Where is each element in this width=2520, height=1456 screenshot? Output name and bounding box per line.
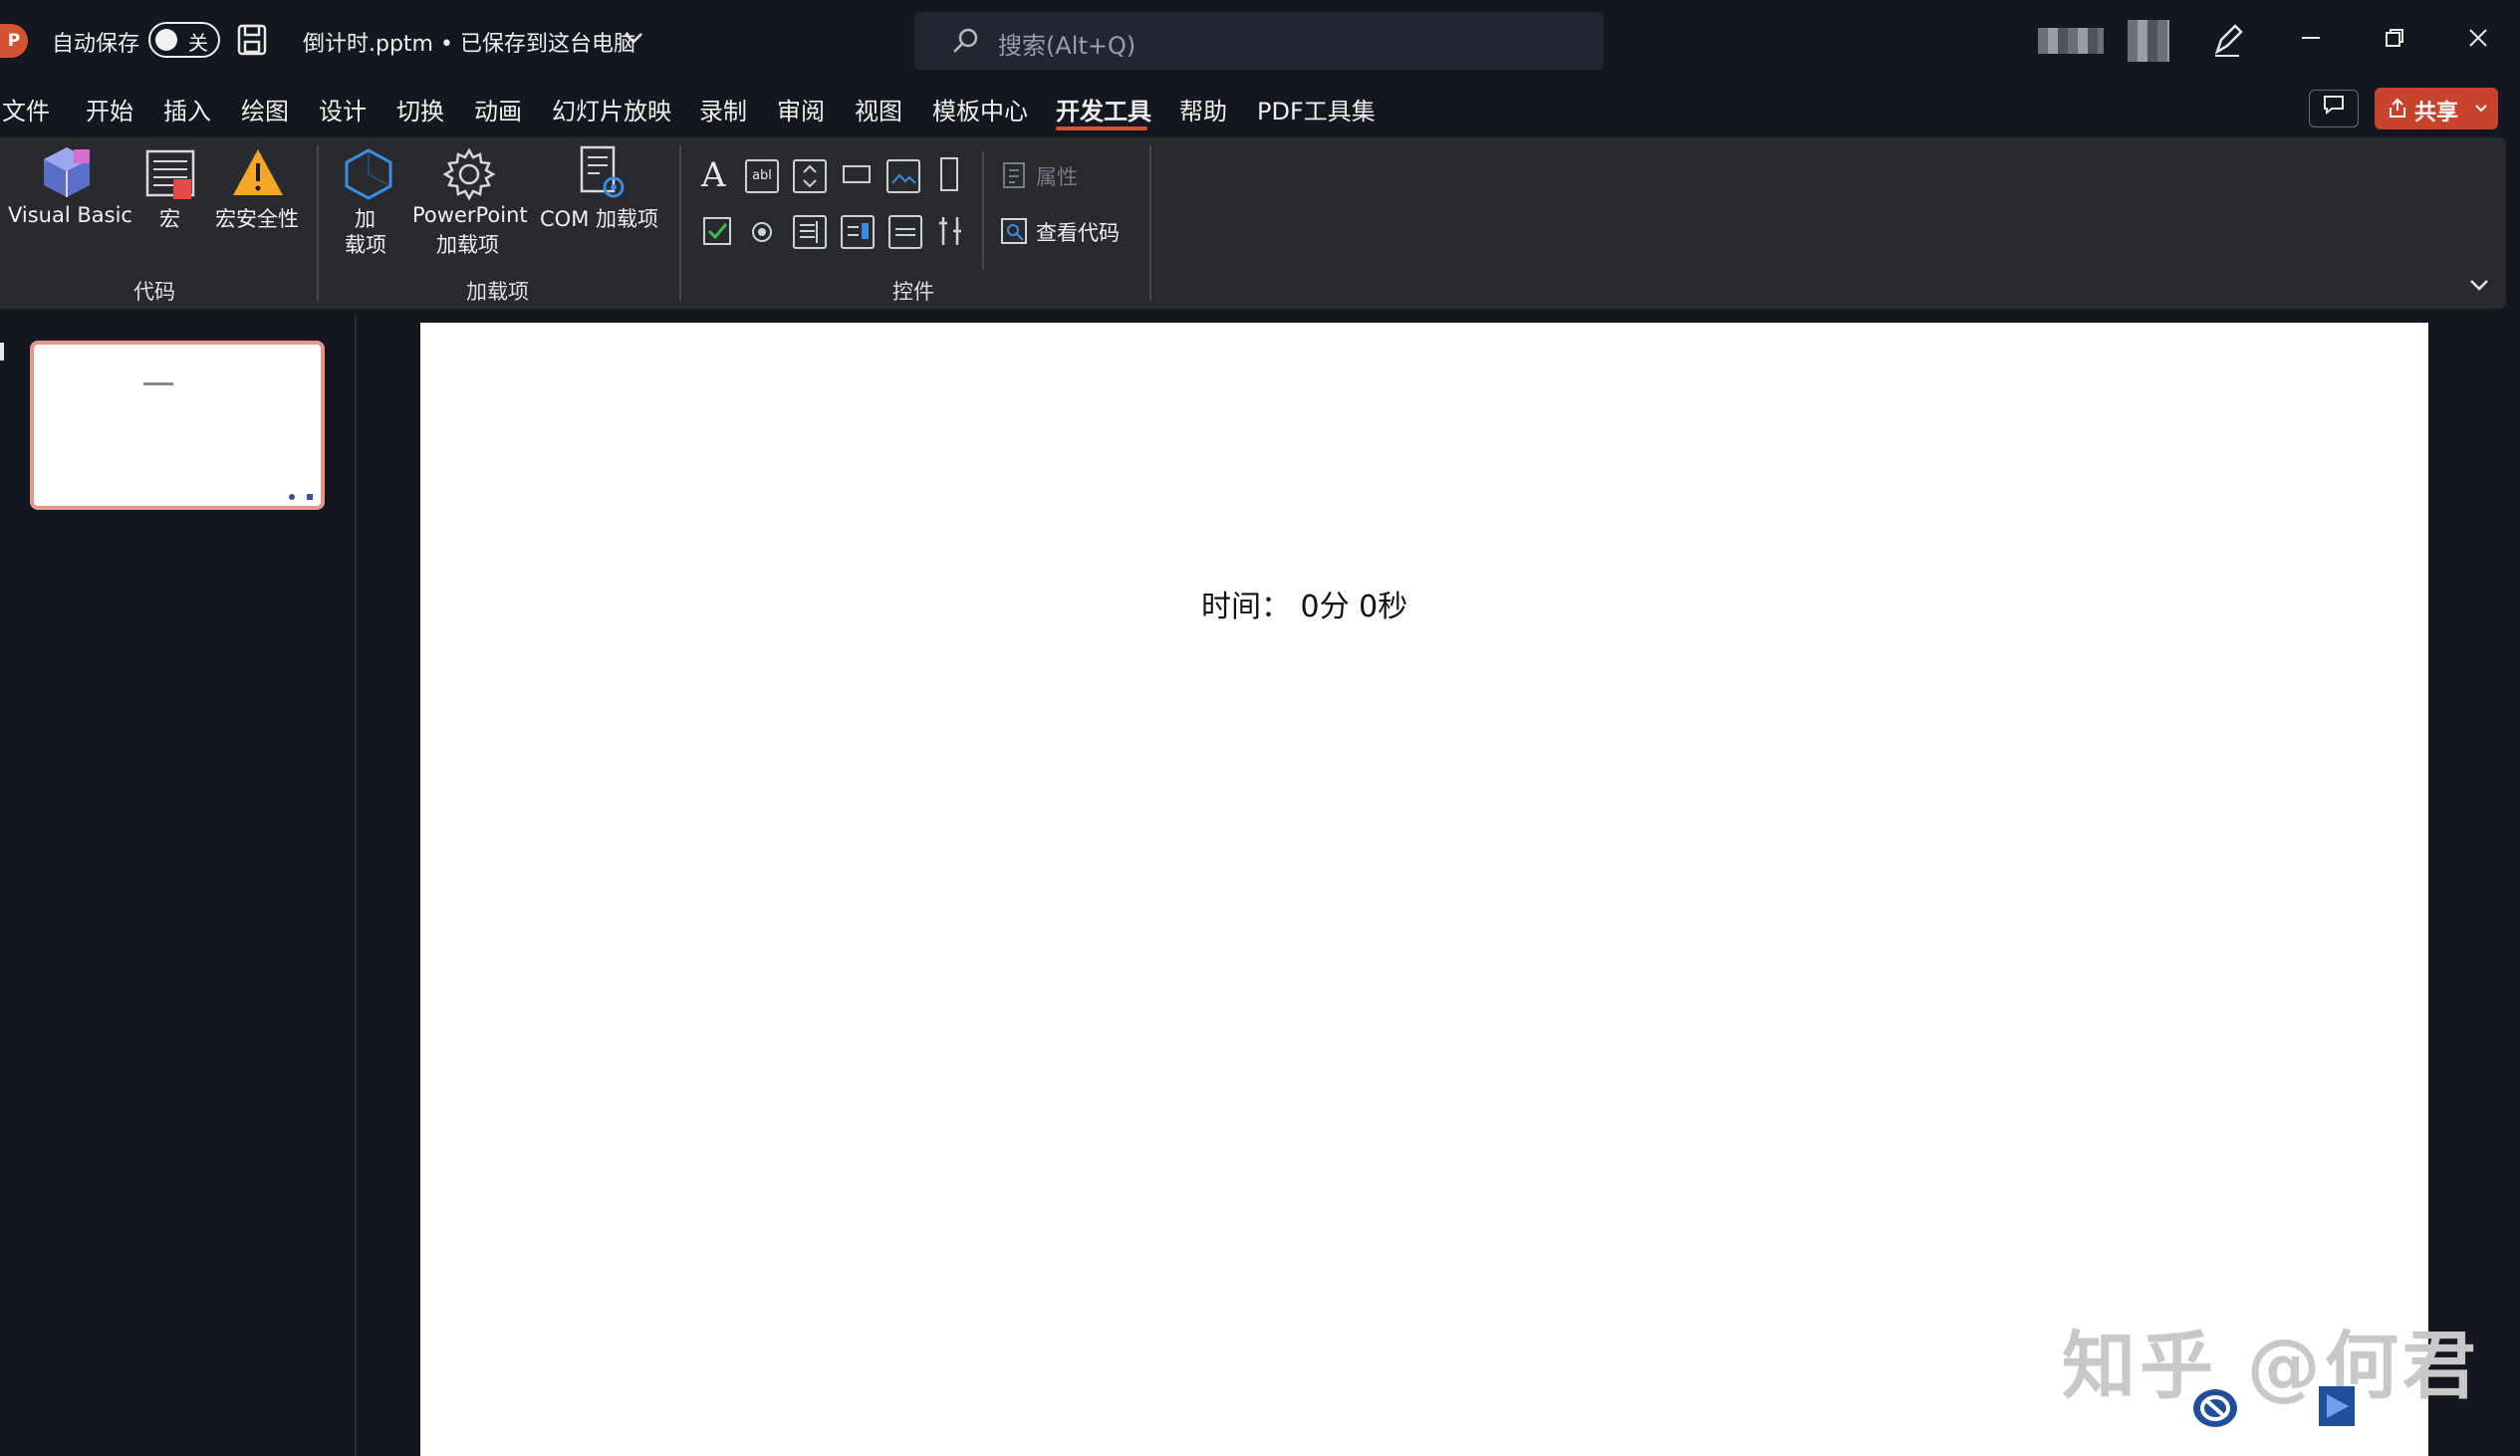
macro-icon [145,149,199,207]
chevron-down-icon[interactable] [624,30,643,49]
tab-transitions[interactable]: 切换 [396,92,444,126]
group-label-addins: 加载项 [466,280,529,304]
timer-text[interactable]: 时间： 0分 0秒 [1201,582,1407,625]
addin-hexagon-icon [341,147,396,205]
macro-button[interactable]: 宏 [159,203,180,233]
thumbnail-text [143,382,173,385]
properties-button[interactable]: 属性 [1036,161,1078,191]
listbox-control-button[interactable] [793,215,827,249]
avatar[interactable] [2128,20,2169,62]
textbox-control-button[interactable]: abl [745,159,779,193]
tab-help[interactable]: 帮助 [1179,92,1227,126]
tab-record[interactable]: 录制 [699,92,747,126]
view-code-icon [1000,217,1028,249]
tab-review[interactable]: 审阅 [777,92,825,126]
com-addin-icon [578,145,633,207]
chevron-down-icon [2470,280,2488,291]
view-code-button[interactable]: 查看代码 [1036,217,1120,247]
tab-draw[interactable]: 绘图 [241,92,289,126]
tab-insert[interactable]: 插入 [163,92,211,126]
thumbnail-button-marker [307,494,313,500]
combobox-control-button[interactable] [841,215,875,249]
minimize-button[interactable] [2281,16,2341,66]
restore-button[interactable] [2365,16,2424,66]
command-button-control[interactable] [843,165,871,183]
tab-pdf-tools[interactable]: PDF工具集 [1257,92,1376,126]
thumbnail-button-marker [289,494,295,500]
search-icon [950,26,980,60]
group-separator [679,145,681,301]
comments-button[interactable] [2309,90,2359,127]
close-button[interactable] [2448,16,2508,66]
tab-slideshow[interactable]: 幻灯片放映 [552,92,671,126]
tab-animations[interactable]: 动画 [474,92,522,126]
visual-basic-button[interactable]: Visual Basic [8,203,132,227]
document-title[interactable]: 倒计时.pptm • 已保存到这台电脑 [303,26,635,58]
slide-number-marker [0,343,4,361]
autosave-state: 关 [188,31,208,55]
tab-design[interactable]: 设计 [319,92,367,126]
search-box[interactable]: 搜索(Alt+Q) [914,12,1604,70]
macro-security-button[interactable]: 宏安全性 [215,203,299,233]
com-addins-button[interactable]: COM 加载项 [540,203,658,233]
autosave-label: 自动保存 [52,32,140,57]
image-control-button[interactable] [886,159,920,193]
group-separator [317,145,319,301]
label-control-button[interactable]: A [701,155,726,195]
autosave-toggle[interactable]: 关 [148,22,220,58]
tab-home[interactable]: 开始 [86,92,133,126]
checkbox-control-button[interactable] [701,215,733,251]
title-bar: P 自动保存 关 倒计时.pptm • 已保存到这台电脑 搜索(Alt+Q) [0,0,2520,82]
stop-button-icon[interactable] [2191,1386,2239,1434]
group-label-code: 代码 [133,280,175,304]
toggle-knob [155,29,177,51]
warning-icon [231,147,285,201]
chevron-down-icon [2475,105,2487,113]
powerpoint-addins-line2[interactable]: 加载项 [436,229,499,259]
gear-icon [442,147,496,205]
addins-button-line2[interactable]: 载项 [345,229,386,259]
pane-divider[interactable] [355,315,357,1456]
account-name-blurred[interactable] [2038,28,2104,54]
radio-control-button[interactable] [749,219,775,249]
search-placeholder: 搜索(Alt+Q) [998,32,1136,60]
tab-developer[interactable]: 开发工具 [1056,92,1151,126]
save-icon[interactable] [237,24,267,56]
toggle-button-control[interactable] [888,215,922,249]
tab-file[interactable]: 文件 [2,92,50,126]
pen-icon[interactable] [2211,20,2245,62]
powerpoint-logo-icon: P [0,24,28,58]
more-controls-icon[interactable] [936,215,964,253]
group-separator [982,151,984,269]
slide-canvas[interactable]: 时间： 0分 0秒 知乎 @何君 [420,323,2476,1456]
visual-basic-icon [38,143,96,205]
powerpoint-addins-line1[interactable]: PowerPoint [412,203,528,227]
share-label: 共享 [2414,101,2459,125]
comment-icon [2324,96,2344,116]
tab-view[interactable]: 视图 [855,92,902,126]
scrollbar-control-button[interactable] [940,157,958,191]
share-button[interactable]: 共享 [2375,88,2498,129]
properties-icon [1002,161,1026,193]
watermark-text: 知乎 @何君 [2062,1324,2480,1409]
share-icon [2390,98,2405,118]
group-separator [1149,145,1151,301]
spin-button-control[interactable] [793,159,827,193]
active-tab-indicator [1056,126,1147,130]
tab-template-center[interactable]: 模板中心 [932,92,1028,126]
ribbon: Visual Basic 宏 宏安全性 代码 加 载项 PowerPoint 加… [0,137,2506,309]
collapse-ribbon-button[interactable] [2468,277,2490,296]
slide-thumbnail-1[interactable] [30,341,325,510]
group-label-controls: 控件 [892,280,934,304]
play-button-icon[interactable] [2319,1386,2355,1430]
